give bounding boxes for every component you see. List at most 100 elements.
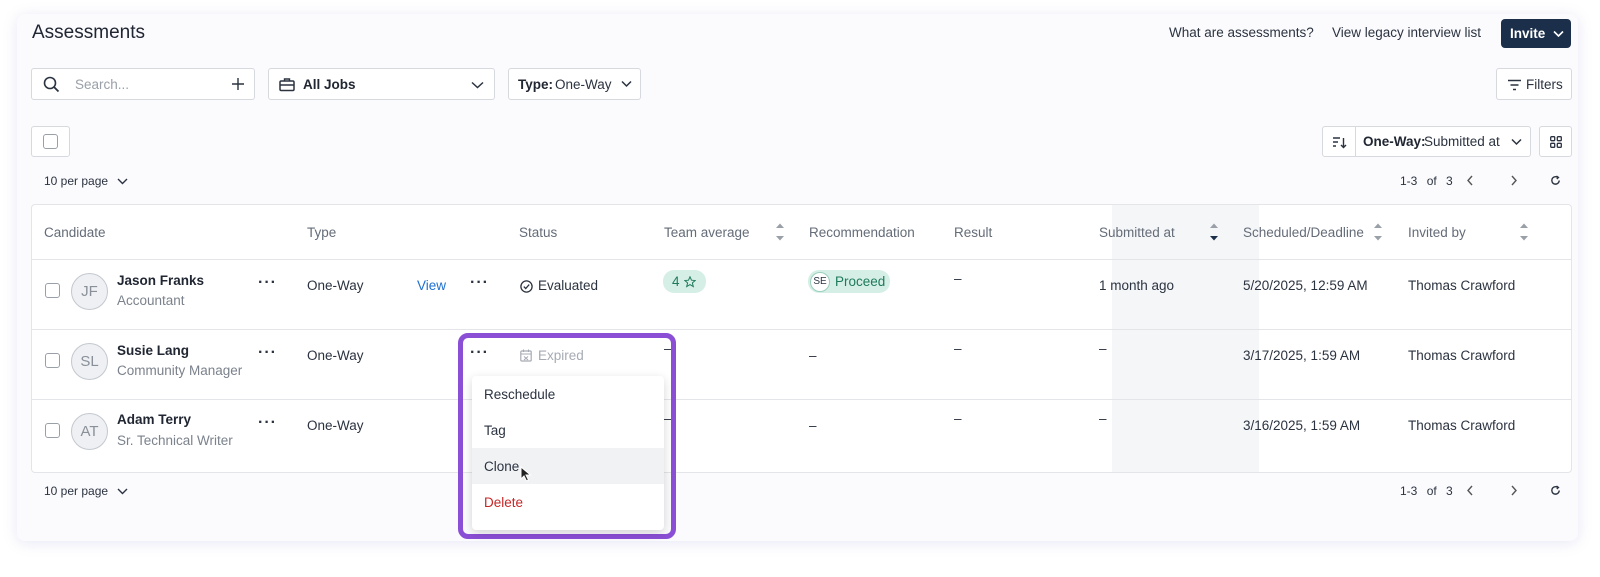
filters-label: Filters xyxy=(1526,77,1563,92)
candidate-role: Sr. Technical Writer xyxy=(117,433,233,448)
of-text: of xyxy=(1426,484,1437,498)
next-page-icon[interactable] xyxy=(1510,485,1518,496)
recommendation-cell: – xyxy=(809,348,817,363)
col-status: Status xyxy=(519,225,558,240)
col-submitted-at[interactable]: Submitted at xyxy=(1099,225,1175,240)
sort-arrows-icon[interactable] xyxy=(775,221,785,243)
pagination-range: 1-3 of 3 xyxy=(1400,174,1453,188)
total-text: 3 xyxy=(1446,484,1453,498)
sort-icon[interactable] xyxy=(1332,136,1347,149)
invite-button[interactable]: Invite xyxy=(1501,19,1571,48)
result-cell: – xyxy=(954,341,962,356)
chevron-down-icon xyxy=(471,81,484,89)
divider xyxy=(32,259,1571,260)
row-checkbox[interactable] xyxy=(45,283,60,298)
avatar: AT xyxy=(71,413,108,450)
prev-page-icon[interactable] xyxy=(1466,175,1474,186)
page-title: Assessments xyxy=(32,22,145,43)
range-text: 1-3 xyxy=(1400,174,1418,188)
sort-arrows-icon[interactable] xyxy=(1373,221,1383,243)
invite-label: Invite xyxy=(1510,26,1546,41)
col-scheduled-deadline[interactable]: Scheduled/Deadline xyxy=(1243,225,1364,240)
briefcase-icon xyxy=(279,78,295,92)
type-cell: One-Way xyxy=(307,348,364,363)
candidate-role: Accountant xyxy=(117,293,185,308)
scheduled-cell: 5/20/2025, 12:59 AM xyxy=(1243,278,1368,293)
chevron-down-icon xyxy=(117,178,128,185)
search-input[interactable]: Search... xyxy=(31,68,255,100)
per-page-label: 10 per page xyxy=(44,484,109,498)
next-page-icon[interactable] xyxy=(1510,175,1518,186)
recommendation-badge: SE Proceed xyxy=(808,270,890,293)
submitted-column-highlight xyxy=(1112,205,1259,472)
divider xyxy=(32,399,1571,400)
invited-by-cell: Thomas Crawford xyxy=(1408,418,1516,433)
search-icon xyxy=(43,76,60,93)
refresh-icon[interactable] xyxy=(1550,175,1561,186)
candidate-name[interactable]: Adam Terry xyxy=(117,412,191,427)
type-cell: One-Way xyxy=(307,418,364,433)
assessments-table: Candidate Type Status Team average Recom… xyxy=(31,204,1572,473)
row-actions-icon[interactable]: ··· xyxy=(470,274,489,292)
chevron-down-icon xyxy=(621,80,632,88)
sort-dropdown[interactable]: One-Way: Submitted at xyxy=(1322,126,1531,157)
candidate-more-icon[interactable]: ··· xyxy=(258,344,277,362)
menu-item-tag[interactable]: Tag xyxy=(472,412,664,448)
of-text: of xyxy=(1426,174,1437,188)
filters-button[interactable]: Filters xyxy=(1496,68,1572,100)
grid-icon xyxy=(1550,136,1562,148)
chevron-down-icon xyxy=(1511,138,1522,146)
recommender-avatar: SE xyxy=(810,271,830,292)
prev-page-icon[interactable] xyxy=(1466,485,1474,496)
refresh-icon[interactable] xyxy=(1550,485,1561,496)
invited-by-cell: Thomas Crawford xyxy=(1408,278,1516,293)
jobs-dropdown[interactable]: All Jobs xyxy=(268,68,495,100)
scheduled-cell: 3/17/2025, 1:59 AM xyxy=(1243,348,1361,363)
sort-arrows-icon[interactable] xyxy=(1209,221,1219,243)
menu-item-reschedule[interactable]: Reschedule xyxy=(472,376,664,412)
col-team-average[interactable]: Team average xyxy=(664,225,750,240)
star-icon xyxy=(683,275,696,288)
view-link[interactable]: View xyxy=(417,278,446,293)
mouse-cursor-icon xyxy=(520,466,532,482)
legacy-interview-list-link[interactable]: View legacy interview list xyxy=(1332,25,1481,40)
candidate-more-icon[interactable]: ··· xyxy=(258,414,277,432)
checkbox[interactable] xyxy=(43,134,58,149)
type-value: One-Way xyxy=(555,77,612,92)
menu-item-clone[interactable]: Clone xyxy=(472,448,664,484)
candidate-name[interactable]: Susie Lang xyxy=(117,343,189,358)
recommendation-value: Proceed xyxy=(835,274,886,289)
sort-value: Submitted at xyxy=(1424,134,1500,149)
per-page-label: 10 per page xyxy=(44,174,109,188)
select-all-checkbox[interactable] xyxy=(31,126,70,157)
row-checkbox[interactable] xyxy=(45,423,60,438)
submitted-cell: – xyxy=(1099,411,1107,426)
col-type: Type xyxy=(307,225,337,240)
row-checkbox[interactable] xyxy=(45,353,60,368)
total-text: 3 xyxy=(1446,174,1453,188)
plus-icon[interactable] xyxy=(231,77,245,91)
col-invited-by[interactable]: Invited by xyxy=(1408,225,1466,240)
type-dropdown[interactable]: Type: One-Way xyxy=(508,68,641,100)
type-prefix: Type: xyxy=(518,77,554,92)
filter-icon xyxy=(1508,79,1521,91)
result-cell: – xyxy=(954,411,962,426)
candidate-name[interactable]: Jason Franks xyxy=(117,273,204,288)
candidate-more-icon[interactable]: ··· xyxy=(258,274,277,292)
status-evaluated: Evaluated xyxy=(538,278,599,293)
col-candidate: Candidate xyxy=(44,225,106,240)
menu-item-delete[interactable]: Delete xyxy=(472,484,664,520)
invited-by-cell: Thomas Crawford xyxy=(1408,348,1516,363)
divider xyxy=(32,329,1571,330)
per-page-select[interactable]: 10 per page xyxy=(44,484,128,498)
per-page-select[interactable]: 10 per page xyxy=(44,174,128,188)
what-are-assessments-link[interactable]: What are assessments? xyxy=(1169,25,1314,40)
avatar: JF xyxy=(71,273,108,310)
grid-view-button[interactable] xyxy=(1539,126,1572,157)
team-average-value: 4 xyxy=(672,274,680,289)
row-actions-menu: Reschedule Tag Clone Delete xyxy=(472,376,664,530)
search-placeholder: Search... xyxy=(75,77,130,92)
col-result: Result xyxy=(954,225,993,240)
avatar: SL xyxy=(71,343,108,380)
sort-arrows-icon[interactable] xyxy=(1519,221,1529,243)
